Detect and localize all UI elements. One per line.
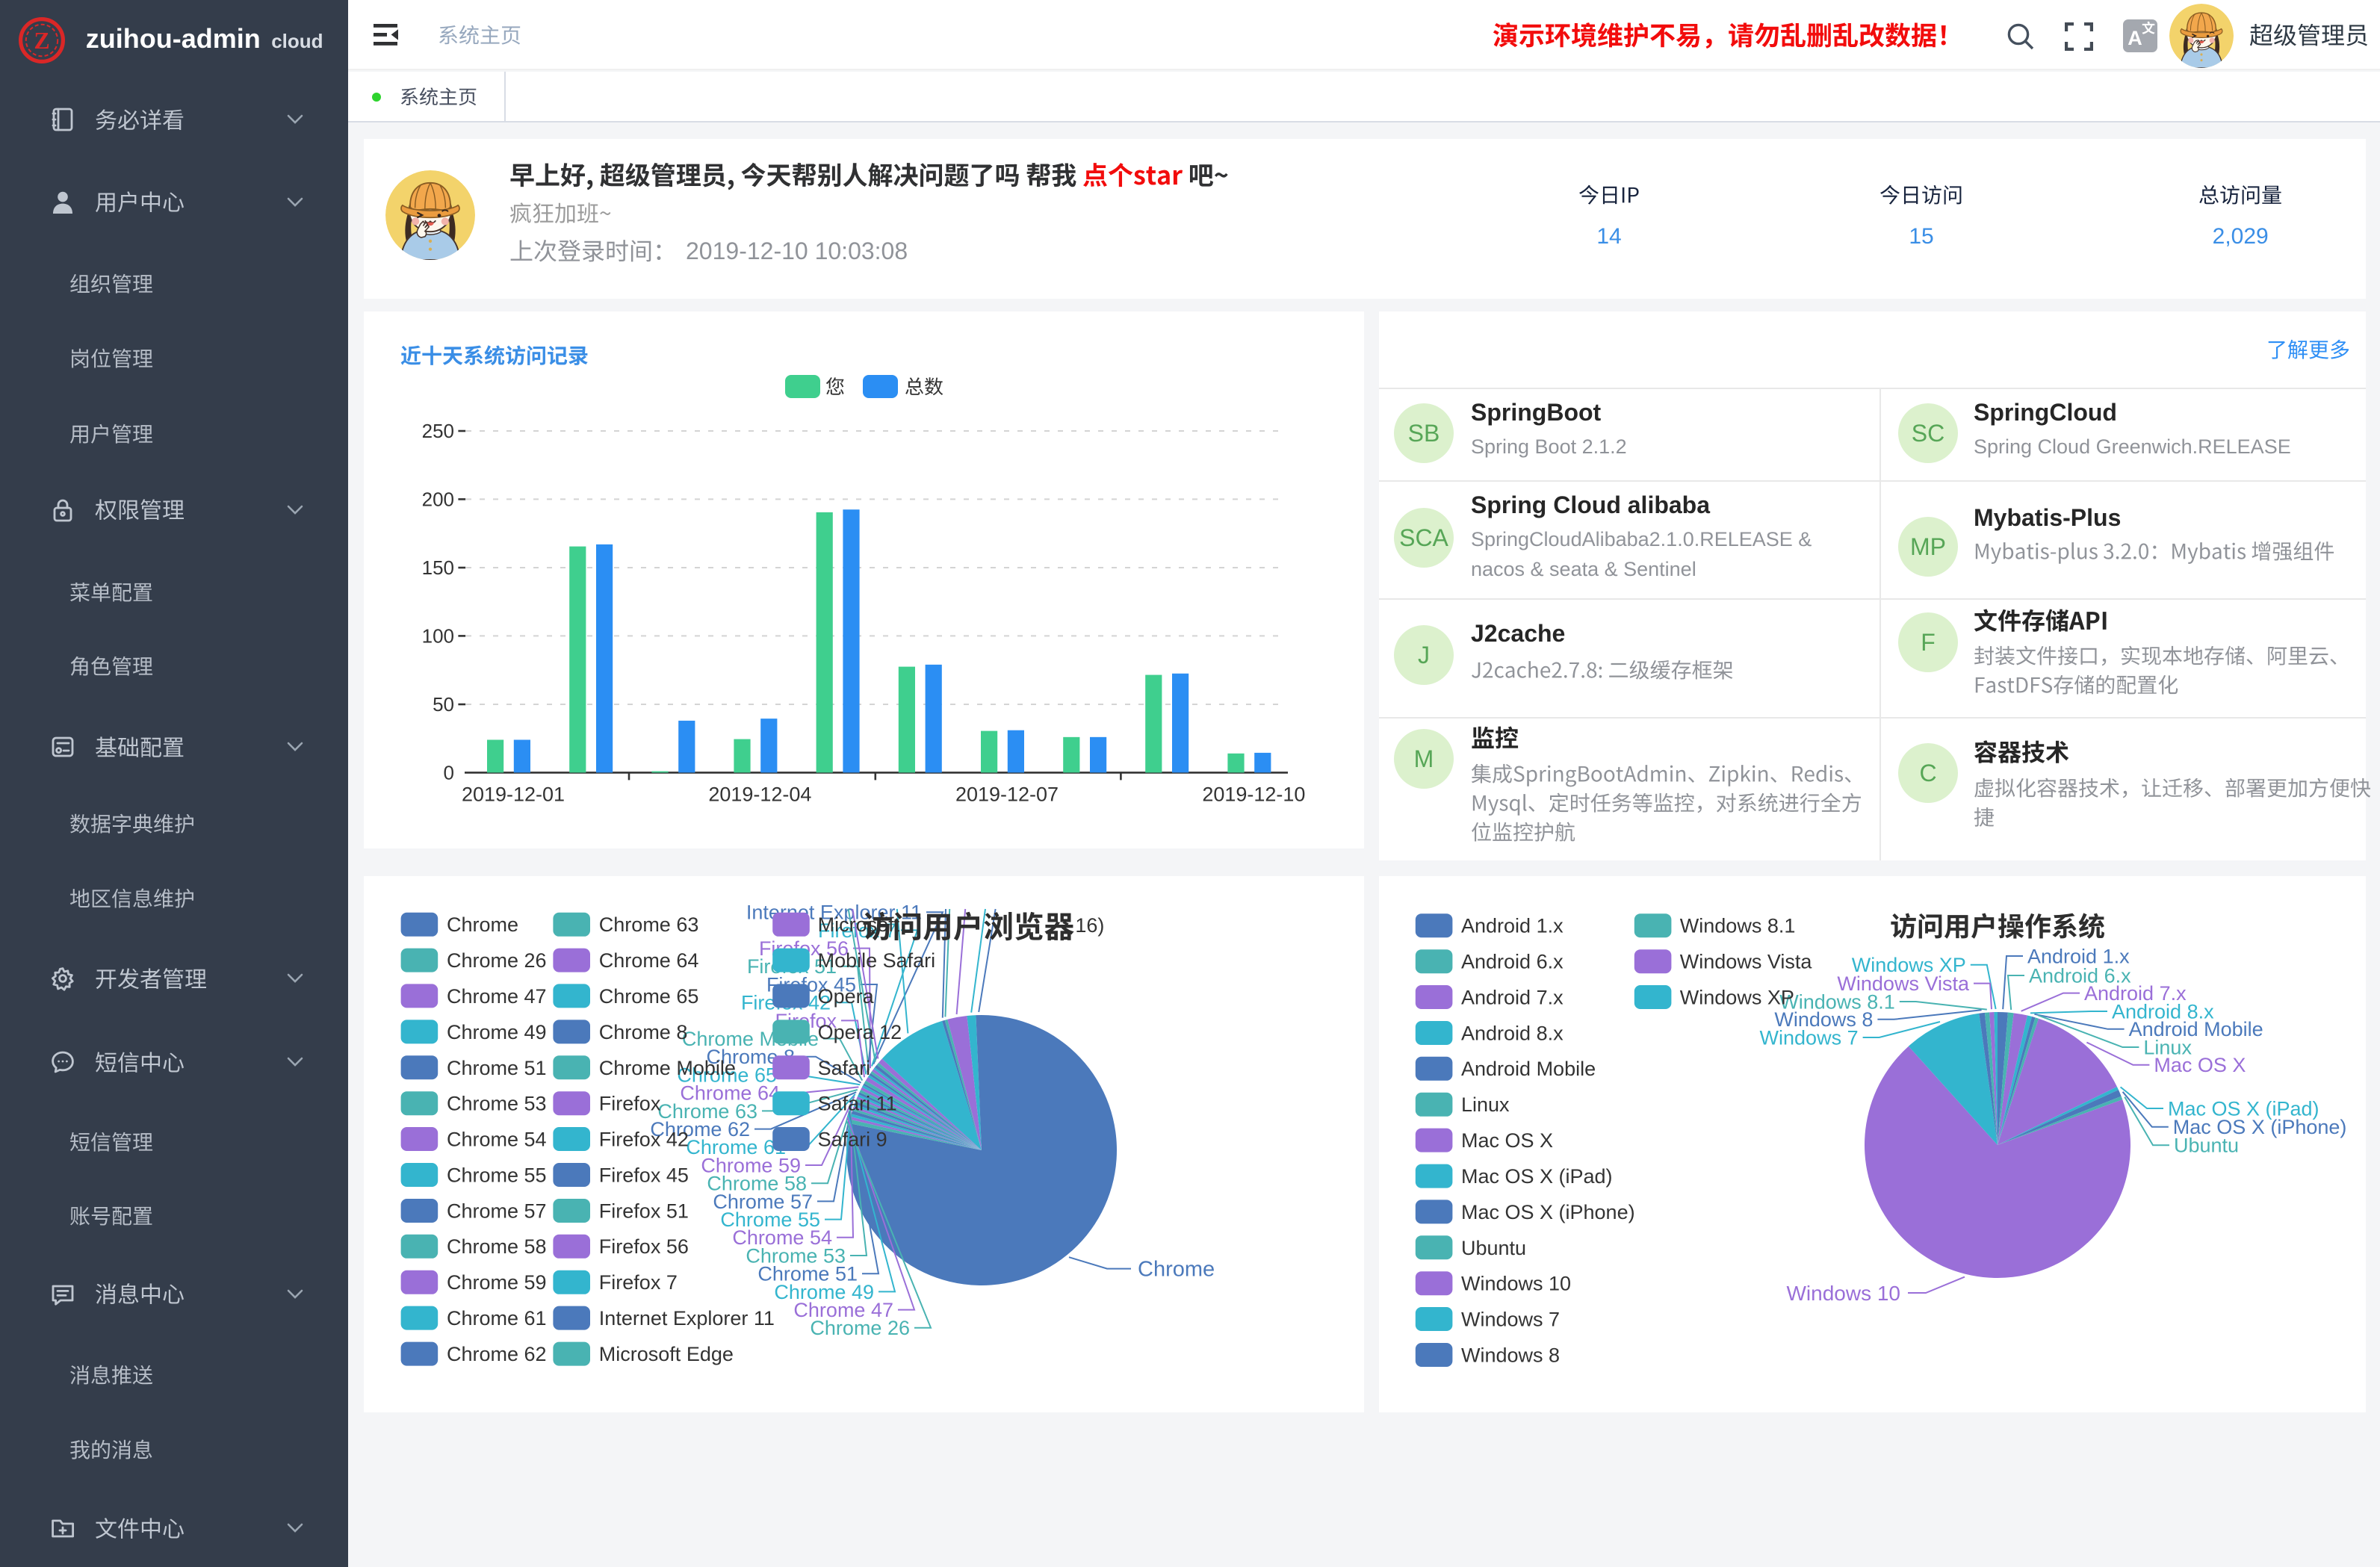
svg-text:Chrome 54: Chrome 54: [447, 1129, 547, 1151]
svg-text:Chrome 53: Chrome 53: [447, 1093, 547, 1115]
svg-text:Opera: Opera: [818, 985, 875, 1008]
svg-text:150: 150: [422, 556, 454, 579]
svg-text:Safari 11: Safari 11: [818, 1093, 897, 1115]
svg-text:Safari 9: Safari 9: [818, 1129, 887, 1151]
svg-text:Chrome 8: Chrome 8: [599, 1021, 688, 1043]
svg-text:Windows 7: Windows 7: [1461, 1308, 1560, 1330]
svg-text:Microsoft Edge: Microsoft Edge: [599, 1343, 734, 1365]
svg-text:2019-12-10: 2019-12-10: [1202, 783, 1305, 805]
svg-text:Windows 10: Windows 10: [1461, 1273, 1571, 1295]
svg-text:Firefox 45: Firefox 45: [599, 1164, 689, 1186]
svg-text:Chrome: Chrome: [447, 913, 518, 936]
svg-text:Firefox 42: Firefox 42: [599, 1129, 689, 1151]
svg-text:Safari: Safari: [818, 1057, 871, 1079]
svg-text:2019-12-07: 2019-12-07: [955, 783, 1059, 805]
svg-text:Android 7.x: Android 7.x: [1461, 986, 1564, 1008]
svg-text:16): 16): [1075, 914, 1104, 937]
svg-text:Mac OS X: Mac OS X: [1461, 1129, 1553, 1152]
svg-text:Android Mobile: Android Mobile: [1461, 1058, 1596, 1080]
svg-text:Chrome 26: Chrome 26: [810, 1317, 910, 1339]
svg-text:Android 8.x: Android 8.x: [1461, 1022, 1564, 1044]
svg-text:Chrome 62: Chrome 62: [447, 1343, 547, 1365]
svg-text:Chrome 63: Chrome 63: [599, 913, 699, 936]
svg-text:Internet Explorer 11: Internet Explorer 11: [599, 1307, 775, 1329]
svg-text:Mac OS X: Mac OS X: [2154, 1054, 2246, 1076]
svg-text:Ubuntu: Ubuntu: [2174, 1135, 2239, 1157]
svg-text:Ubuntu: Ubuntu: [1461, 1237, 1526, 1259]
svg-text:Firefox 56: Firefox 56: [599, 1235, 689, 1258]
svg-text:Chrome 51: Chrome 51: [447, 1057, 547, 1079]
svg-text:Windows 8.1: Windows 8.1: [1680, 915, 1796, 937]
svg-text:Chrome 61: Chrome 61: [447, 1307, 547, 1329]
svg-text:2019-12-01: 2019-12-01: [462, 783, 565, 805]
svg-text:Windows XP: Windows XP: [1680, 986, 1794, 1008]
svg-text:Mac OS X (iPad): Mac OS X (iPad): [1461, 1165, 1613, 1188]
svg-text:Mobile Safari: Mobile Safari: [818, 949, 936, 972]
svg-text:Chrome 65: Chrome 65: [599, 985, 699, 1008]
svg-text:Firefox 7: Firefox 7: [599, 1271, 678, 1294]
svg-text:Chrome 26: Chrome 26: [447, 949, 547, 972]
svg-text:Opera 12: Opera 12: [818, 1021, 902, 1043]
svg-text:Z: Z: [34, 27, 49, 54]
svg-text:50: 50: [433, 693, 454, 716]
svg-text:Chrome 49: Chrome 49: [447, 1021, 547, 1043]
svg-text:Chrome 55: Chrome 55: [447, 1164, 547, 1186]
svg-text:Chrome Mobile: Chrome Mobile: [599, 1057, 736, 1079]
svg-text:Windows 7: Windows 7: [1760, 1026, 1859, 1049]
svg-text:2019-12-04: 2019-12-04: [708, 783, 811, 805]
svg-text:Chrome 57: Chrome 57: [447, 1200, 547, 1222]
svg-text:Chrome 59: Chrome 59: [447, 1271, 547, 1294]
svg-text:250: 250: [422, 420, 454, 442]
svg-text:Firefox 51: Firefox 51: [599, 1200, 689, 1222]
svg-text:0: 0: [444, 761, 454, 784]
svg-text:Mac OS X (iPhone): Mac OS X (iPhone): [1461, 1201, 1635, 1223]
svg-text:Windows 8: Windows 8: [1461, 1344, 1560, 1366]
svg-text:200: 200: [422, 488, 454, 510]
svg-text:Chrome 64: Chrome 64: [599, 949, 699, 972]
svg-text:Windows Vista: Windows Vista: [1680, 951, 1813, 973]
svg-text:Windows 10: Windows 10: [1786, 1282, 1900, 1305]
svg-text:A: A: [2128, 27, 2142, 49]
svg-text:Firefox: Firefox: [599, 1093, 661, 1115]
svg-text:Chrome: Chrome: [1138, 1258, 1215, 1282]
svg-text:Android 6.x: Android 6.x: [1461, 951, 1564, 973]
svg-text:Chrome 58: Chrome 58: [447, 1235, 547, 1258]
svg-text:Chrome 47: Chrome 47: [447, 985, 547, 1008]
svg-text:Linux: Linux: [1461, 1093, 1510, 1116]
svg-text:100: 100: [422, 624, 454, 647]
svg-text:Android 1.x: Android 1.x: [1461, 915, 1564, 937]
